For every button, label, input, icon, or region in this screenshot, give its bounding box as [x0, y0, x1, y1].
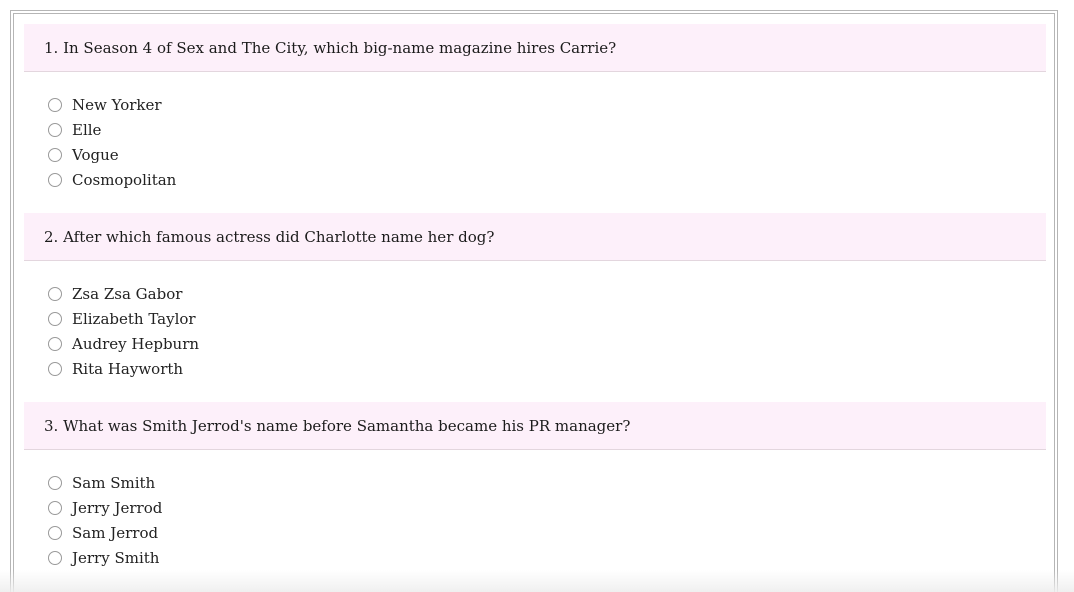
question-1-option-3[interactable]: Vogue — [48, 142, 1046, 167]
radio-icon[interactable] — [48, 286, 62, 301]
radio-icon[interactable] — [48, 550, 62, 565]
question-1-option-4[interactable]: Cosmopolitan — [48, 167, 1046, 192]
option-label: Sam Smith — [72, 473, 156, 492]
option-label: Vogue — [72, 145, 119, 164]
question-2: 2. After which famous actress did Charlo… — [24, 213, 1046, 402]
question-3: 3. What was Smith Jerrod's name before S… — [24, 402, 1046, 591]
radio-icon[interactable] — [48, 361, 62, 376]
question-1: 1. In Season 4 of Sex and The City, whic… — [24, 24, 1046, 213]
option-label: New Yorker — [72, 95, 162, 114]
radio-icon[interactable] — [48, 336, 62, 351]
radio-icon[interactable] — [48, 122, 62, 137]
question-2-option-3[interactable]: Audrey Hepburn — [48, 331, 1046, 356]
radio-icon[interactable] — [48, 172, 62, 187]
question-3-text: 3. What was Smith Jerrod's name before S… — [24, 402, 1046, 450]
option-label: Sam Jerrod — [72, 523, 159, 542]
option-label: Elle — [72, 120, 102, 139]
option-label: Zsa Zsa Gabor — [72, 284, 183, 303]
question-3-option-3[interactable]: Sam Jerrod — [48, 520, 1046, 545]
question-1-option-1[interactable]: New Yorker — [48, 92, 1046, 117]
question-1-options: New Yorker Elle Vogue Cosmopolitan — [24, 72, 1046, 192]
quiz-container: 1. In Season 4 of Sex and The City, whic… — [24, 24, 1046, 591]
question-2-option-1[interactable]: Zsa Zsa Gabor — [48, 281, 1046, 306]
option-label: Elizabeth Taylor — [72, 309, 196, 328]
radio-icon[interactable] — [48, 500, 62, 515]
question-3-option-1[interactable]: Sam Smith — [48, 470, 1046, 495]
radio-icon[interactable] — [48, 311, 62, 326]
question-3-options: Sam Smith Jerry Jerrod Sam Jerrod Jerry … — [24, 450, 1046, 570]
question-2-option-2[interactable]: Elizabeth Taylor — [48, 306, 1046, 331]
option-label: Cosmopolitan — [72, 170, 177, 189]
question-2-text: 2. After which famous actress did Charlo… — [24, 213, 1046, 261]
option-label: Audrey Hepburn — [72, 334, 200, 353]
question-1-text: 1. In Season 4 of Sex and The City, whic… — [24, 24, 1046, 72]
question-3-option-4[interactable]: Jerry Smith — [48, 545, 1046, 570]
radio-icon[interactable] — [48, 525, 62, 540]
question-1-option-2[interactable]: Elle — [48, 117, 1046, 142]
option-label: Jerry Jerrod — [72, 498, 163, 517]
question-3-option-2[interactable]: Jerry Jerrod — [48, 495, 1046, 520]
question-2-options: Zsa Zsa Gabor Elizabeth Taylor Audrey He… — [24, 261, 1046, 381]
radio-icon[interactable] — [48, 147, 62, 162]
question-2-option-4[interactable]: Rita Hayworth — [48, 356, 1046, 381]
option-label: Jerry Smith — [72, 548, 160, 567]
radio-icon[interactable] — [48, 475, 62, 490]
radio-icon[interactable] — [48, 97, 62, 112]
option-label: Rita Hayworth — [72, 359, 184, 378]
